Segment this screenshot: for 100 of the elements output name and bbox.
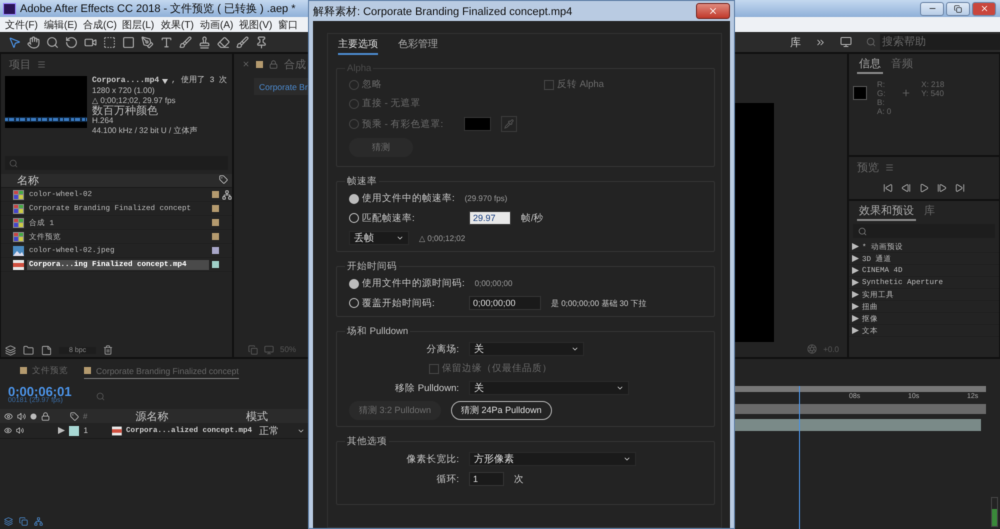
layer-number: 1 [83, 426, 89, 435]
menu-icon [885, 162, 894, 172]
file-detail: 1280 x 720 (1.00) [92, 86, 155, 96]
app-logo-icon [3, 2, 16, 14]
zoom-tool-icon[interactable] [46, 36, 59, 48]
label-swatch [20, 367, 27, 374]
channel-value: B: [877, 98, 886, 107]
play-icon[interactable] [919, 183, 929, 193]
close-button[interactable] [696, 3, 730, 19]
video-file-icon [13, 260, 24, 270]
menu-item[interactable]: 文件(F) [5, 18, 44, 32]
column-header: 源名称 [135, 410, 168, 424]
unit-label: 帧/秒 [521, 212, 544, 224]
next-frame-icon[interactable] [937, 183, 947, 193]
radio-button[interactable] [349, 298, 359, 308]
channel-value: G: [877, 89, 886, 98]
radio-button[interactable] [349, 194, 359, 204]
drop-frame-dropdown[interactable]: 丢帧 [349, 231, 409, 245]
pin-tool-icon[interactable] [255, 36, 268, 48]
stamp-tool-icon[interactable] [198, 36, 211, 48]
group-title: 场和 Pulldown [346, 325, 410, 338]
frame-rate-field[interactable]: 29.97 [469, 211, 511, 225]
dialog-tab[interactable]: 色彩管理 [398, 37, 438, 55]
menu-icon [37, 60, 46, 68]
radio-button[interactable] [349, 213, 359, 223]
dropdown-icon[interactable] [162, 78, 168, 84]
brush-tool-icon[interactable] [179, 36, 192, 48]
close-icon [708, 6, 718, 16]
channel-value: A: 0 [877, 107, 892, 116]
hand-tool-icon[interactable] [27, 36, 40, 48]
field-label: 像素长宽比: [405, 452, 459, 466]
usage-count: , 使用了 3 次 [171, 76, 228, 86]
video-file-icon [112, 426, 122, 436]
label-swatch [84, 367, 91, 374]
rotate-tool-icon[interactable] [65, 36, 78, 48]
effects-search-field[interactable] [853, 224, 995, 238]
pointer-tool-icon[interactable] [8, 36, 21, 48]
monitor-icon [264, 344, 274, 354]
library-tab[interactable]: 库 [790, 34, 801, 50]
lock-icon [269, 60, 278, 68]
matte-color-swatch[interactable] [464, 117, 491, 131]
lock-icon [41, 412, 50, 420]
previous-frame-icon[interactable] [901, 183, 911, 193]
radio-label: 直接 - 无遮罩 [362, 97, 420, 110]
restore-icon [954, 4, 962, 12]
search-icon [9, 158, 18, 168]
x-coordinate: X: 218 [921, 80, 944, 89]
radio-label: 预乘 - 有彩色遮罩: [362, 118, 444, 130]
radio-button[interactable] [349, 278, 359, 288]
pan-behind-tool-icon[interactable] [103, 36, 116, 48]
panel-tab[interactable]: 信息 [857, 54, 883, 74]
radio-label: 覆盖开始时间码: [362, 296, 435, 310]
close-icon [242, 60, 250, 68]
first-frame-icon[interactable] [883, 183, 893, 193]
file-frame-rate: (29.970 fps) [464, 194, 508, 203]
chevron-down-icon [616, 384, 624, 392]
eraser-tool-icon[interactable] [217, 36, 230, 48]
pen-tool-icon[interactable] [141, 36, 154, 48]
menu-item[interactable]: 图层(L) [122, 18, 161, 32]
rectangle-tool-icon[interactable] [122, 36, 135, 48]
checkbox-label: 反转 Alpha [557, 78, 604, 91]
folder-icon [23, 344, 34, 356]
menu-item[interactable]: 合成(C) [83, 18, 122, 32]
remove-pulldown-dropdown[interactable]: 关 [469, 381, 629, 395]
duration-text: △ 0;00;12;02 [419, 234, 466, 242]
guess-pulldown-button[interactable]: 猜测 24Pa Pulldown [451, 401, 552, 420]
menu-item[interactable]: 动画(A) [200, 18, 239, 32]
mode-dropdown[interactable]: 正常 [256, 424, 308, 438]
radio-label: 匹配帧速率: [362, 212, 415, 224]
loop-field[interactable]: 1 [469, 472, 504, 486]
text-tool-icon[interactable] [160, 36, 173, 48]
column-header: 名称 [17, 174, 39, 188]
separate-fields-dropdown[interactable]: 关 [469, 342, 584, 356]
current-timecode[interactable]: 0;00;06;01 [8, 387, 72, 396]
menu-item[interactable]: 编辑(E) [44, 18, 83, 32]
maximize-button[interactable] [946, 2, 970, 16]
checkbox-label: 保留边缘（仅最佳品质） [442, 362, 552, 375]
more-icon[interactable] [815, 36, 826, 48]
trash-icon [103, 345, 114, 355]
last-frame-icon[interactable] [955, 183, 965, 193]
help-search-field[interactable]: 搜索帮助 [880, 34, 1000, 50]
radio-label: 使用文件中的源时间码: [362, 277, 465, 290]
expand-icon[interactable] [58, 427, 66, 434]
dialog-title: 解释素材: Corporate Branding Finalized concept.mp4 [313, 4, 572, 18]
column-header: # [83, 412, 88, 420]
eye-icon [4, 426, 12, 435]
group-title: 帧速率 [346, 175, 378, 188]
dialog-tab[interactable]: 主要选项 [338, 37, 378, 55]
start-timecode-field[interactable]: 0;00;00;00 [469, 296, 541, 310]
group-title: 其他选项 [346, 435, 388, 448]
panel-tab[interactable]: 效果和预设 [857, 202, 916, 220]
camera-tool-icon[interactable] [84, 36, 97, 48]
project-search-field[interactable] [5, 156, 228, 170]
solo-icon [30, 412, 37, 420]
pixel-aspect-dropdown[interactable]: 方形像素 [469, 452, 636, 466]
menu-item[interactable]: 视图(V) [239, 18, 278, 32]
menu-item[interactable]: 效果(T) [161, 18, 200, 32]
roto-brush-tool-icon[interactable] [236, 36, 249, 48]
workspace-icon[interactable] [840, 36, 852, 48]
flowchart-icon [222, 190, 232, 200]
